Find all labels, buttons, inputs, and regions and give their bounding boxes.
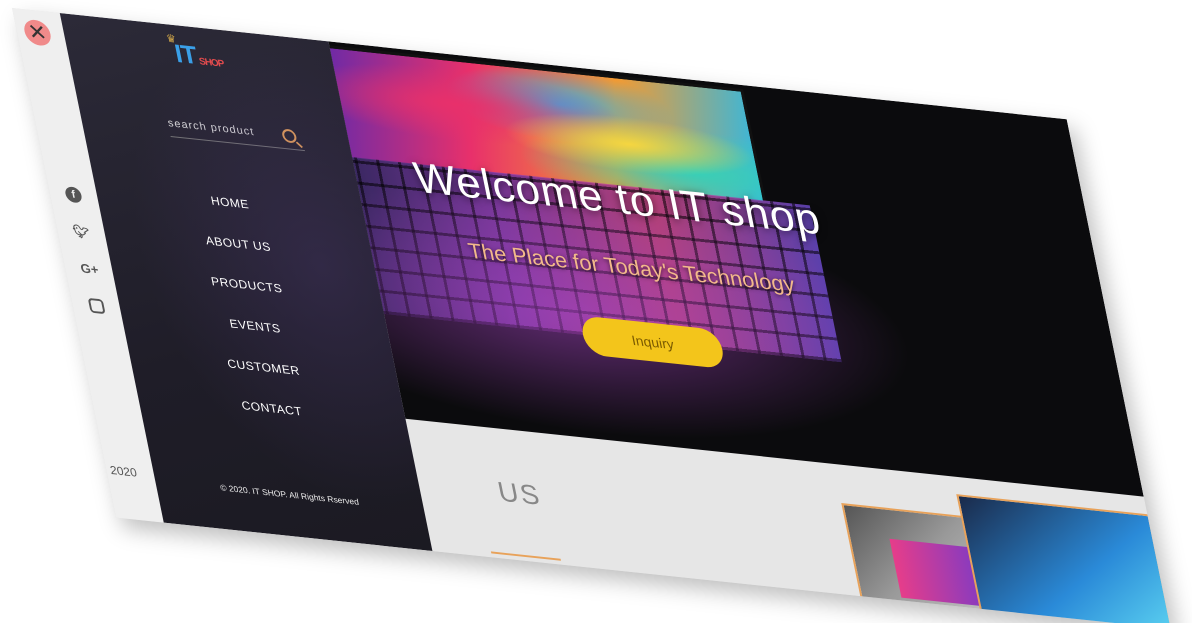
search-input[interactable]: search product	[167, 117, 256, 138]
brand-logo[interactable]: ♛ ITSHOP	[165, 33, 225, 73]
website-window: ✕ f 🐦︎ G+ 2020 ♛ ITSHOP search product H…	[12, 8, 1171, 623]
copyright-text: © 2020. IT SHOP. All Rights Rserved	[219, 482, 360, 507]
nav-item-products[interactable]: PRODUCTS	[210, 274, 284, 295]
nav-item-home[interactable]: HOME	[210, 194, 251, 212]
logo-subtext: SHOP	[198, 56, 225, 70]
facebook-icon[interactable]: f	[63, 186, 84, 204]
close-menu-button[interactable]: ✕	[21, 18, 54, 47]
viewport: ✕ f 🐦︎ G+ 2020 ♛ ITSHOP search product H…	[0, 0, 1192, 623]
twitter-icon[interactable]: 🐦︎	[72, 223, 91, 240]
about-underline	[490, 551, 561, 561]
google-plus-icon[interactable]: G+	[79, 261, 100, 278]
about-image-2	[956, 494, 1171, 623]
search-box[interactable]: search product	[166, 116, 306, 152]
main-nav: HOME ABOUT US PRODUCTS EVENTS CUSTOMER C…	[94, 182, 407, 430]
close-icon: ✕	[25, 19, 50, 46]
nav-item-contact[interactable]: CONTACT	[240, 398, 303, 418]
crown-icon: ♛	[165, 32, 177, 46]
nav-item-customer[interactable]: CUSTOMER	[226, 357, 301, 378]
nav-item-events[interactable]: EVENTS	[228, 317, 282, 336]
instagram-icon[interactable]	[87, 297, 106, 315]
footer-year: 2020	[108, 463, 139, 480]
about-title: US	[495, 476, 544, 511]
search-icon[interactable]	[280, 128, 298, 144]
nav-item-about-us[interactable]: ABOUT US	[204, 234, 272, 255]
